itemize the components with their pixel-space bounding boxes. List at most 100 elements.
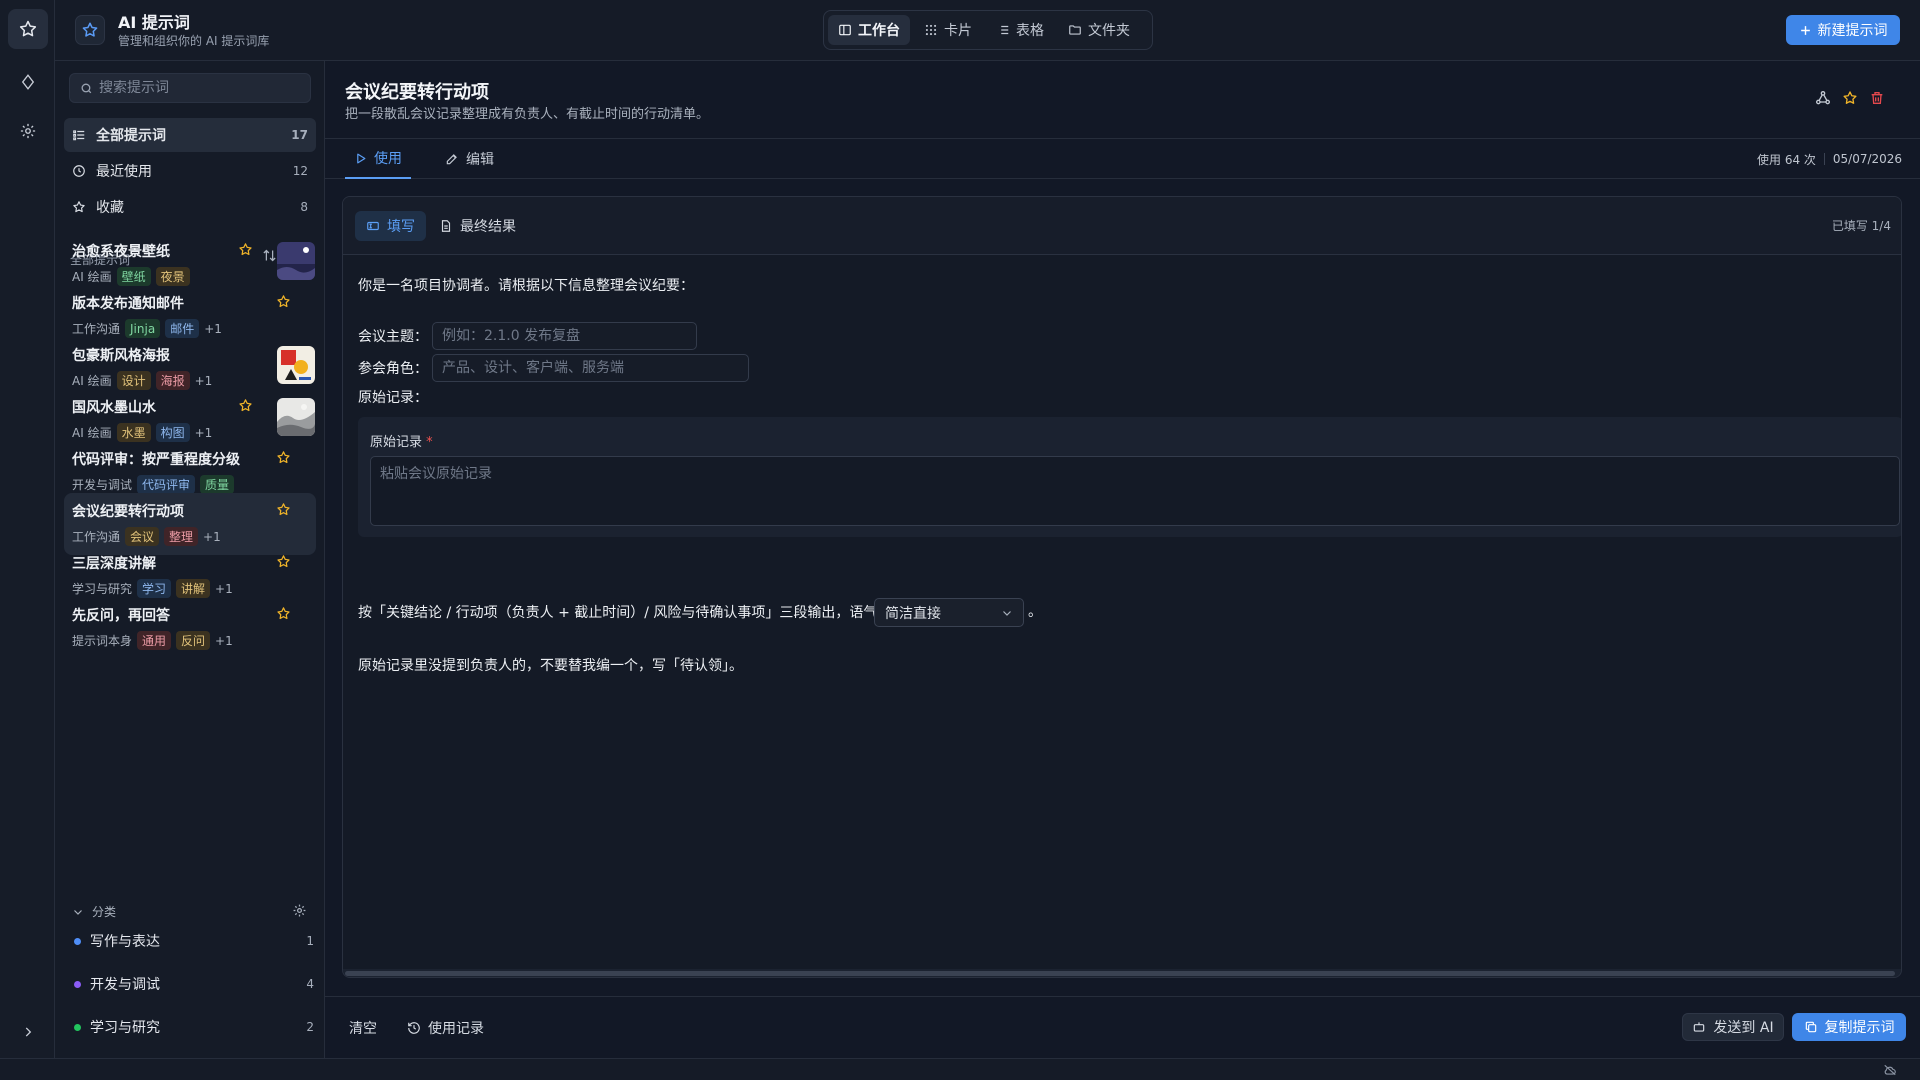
favorite-star-icon[interactable] <box>238 242 253 257</box>
history-button[interactable]: 使用记录 <box>407 1013 484 1043</box>
tab-use[interactable]: 使用 <box>345 139 411 179</box>
send-label: 发送到 AI <box>1713 1020 1774 1036</box>
prompt-card-meta: 学习与研究 学习 讲解 +1 <box>72 579 233 598</box>
category-count: 4 <box>306 977 314 991</box>
view-tab-folder[interactable]: 文件夹 <box>1058 15 1140 45</box>
tag-badge: 邮件 <box>165 319 200 338</box>
divider <box>1823 153 1825 165</box>
search-box <box>69 73 311 103</box>
settings-rail-button[interactable] <box>8 111 48 151</box>
categories-header[interactable]: 分类 <box>72 903 116 920</box>
categories-settings-button[interactable] <box>292 903 307 918</box>
send-to-ai-button[interactable]: 发送到 AI <box>1682 1013 1784 1041</box>
category-count: 1 <box>306 934 314 948</box>
prompt-card-category: AI 绘画 <box>72 374 112 388</box>
search-input[interactable] <box>99 80 299 96</box>
tab-label: 填写 <box>387 219 415 235</box>
more-tags-count: +1 <box>204 321 222 336</box>
tab-final-result[interactable]: 最终结果 <box>428 211 527 241</box>
folder-icon <box>1068 23 1082 37</box>
favorite-star-icon[interactable] <box>276 554 291 569</box>
copy-prompt-button[interactable]: 复制提示词 <box>1792 1013 1906 1041</box>
fill-panel: 填写 最终结果 已填写 1/4 你是一名项目协调者。请根据以下信息整理会议纪要：… <box>342 196 1902 978</box>
category-item[interactable]: 开发与调试 4 <box>74 974 314 994</box>
roles-input[interactable] <box>432 354 749 382</box>
tag-badge: 构图 <box>155 423 190 442</box>
panel-icon <box>838 23 852 37</box>
chevron-right-icon <box>21 1025 35 1039</box>
action-footer: 清空 使用记录 发送到 AI 复制提示词 <box>325 996 1920 1058</box>
prompts-rail-button[interactable] <box>8 9 48 49</box>
models-rail-button[interactable] <box>8 62 48 102</box>
favorite-star-icon[interactable] <box>1842 90 1858 106</box>
view-tab-cards[interactable]: 卡片 <box>914 15 982 45</box>
expand-rail-button[interactable] <box>8 1012 48 1052</box>
new-prompt-button[interactable]: 新建提示词 <box>1786 15 1900 45</box>
prompt-card-title: 包豪斯风格海报 <box>72 348 170 364</box>
tab-label: 使用 <box>374 151 402 167</box>
view-tab-workbench[interactable]: 工作台 <box>828 15 910 45</box>
prompt-card-category: 学习与研究 <box>72 582 133 596</box>
tag-badge: 质量 <box>200 475 235 494</box>
nav-label: 全部提示词 <box>96 128 166 144</box>
play-icon <box>354 152 367 165</box>
prompt-description: 把一段散乱会议记录整理成有负责人、有截止时间的行动清单。 <box>345 107 710 122</box>
clear-label: 清空 <box>349 1021 377 1037</box>
prompt-card-meta: 工作沟通 Jinja 邮件 +1 <box>72 319 222 338</box>
clear-button[interactable]: 清空 <box>349 1013 377 1043</box>
view-tab-table[interactable]: 表格 <box>986 15 1054 45</box>
prompt-thumbnail-image <box>277 242 315 280</box>
view-tab-label: 文件夹 <box>1088 23 1130 39</box>
document-icon <box>439 219 453 233</box>
tag-badge: 会议 <box>125 527 160 546</box>
nav-recent[interactable]: 最近使用 12 <box>64 154 316 188</box>
cloud-off-icon[interactable] <box>1883 1064 1897 1076</box>
category-item[interactable]: 学习与研究 2 <box>74 1017 314 1037</box>
raw-record-textarea[interactable] <box>370 456 1900 526</box>
favorite-star-icon[interactable] <box>276 294 291 309</box>
prompt-card-category: AI 绘画 <box>72 270 112 284</box>
prompt-card-category: 开发与调试 <box>72 478 133 492</box>
trash-icon[interactable] <box>1869 90 1885 106</box>
search-icon <box>80 82 93 95</box>
more-tags-count: +1 <box>215 633 233 648</box>
app-title: AI 提示词 <box>118 13 190 32</box>
tag-badge: 反问 <box>176 631 211 650</box>
prompt-card[interactable]: 先反问，再回答 提示词本身 通用 反问 +1 <box>64 597 316 659</box>
horizontal-scrollbar[interactable] <box>343 969 1901 977</box>
status-bar <box>0 1058 1920 1080</box>
share-icon[interactable] <box>1815 90 1831 106</box>
tag-badge: 海报 <box>155 371 190 390</box>
view-tab-label: 卡片 <box>944 23 972 39</box>
tag-badge: 学习 <box>137 579 172 598</box>
favorite-star-icon[interactable] <box>276 606 291 621</box>
top-bar: AI 提示词 管理和组织你的 AI 提示词库 工作台 卡片 表格 文件夹 新建提… <box>55 0 1920 61</box>
star-icon <box>72 200 86 214</box>
favorite-star-icon[interactable] <box>238 398 253 413</box>
header-actions <box>1815 90 1885 106</box>
prompt-detail-header: 会议纪要转行动项 把一段散乱会议记录整理成有负责人、有截止时间的行动清单。 <box>325 61 1920 139</box>
gear-icon <box>19 122 37 140</box>
topic-input[interactable] <box>432 322 697 350</box>
tab-fill[interactable]: 填写 <box>355 211 426 241</box>
tone-select-value: 简洁直接 <box>885 605 941 622</box>
favorite-star-icon[interactable] <box>276 502 291 517</box>
favorite-star-icon[interactable] <box>276 450 291 465</box>
nav-all-prompts[interactable]: 全部提示词 17 <box>64 118 316 152</box>
copy-label: 复制提示词 <box>1824 1020 1895 1036</box>
gear-icon <box>292 903 307 918</box>
list-icon <box>996 23 1010 37</box>
more-tags-count: +1 <box>194 425 213 440</box>
view-tab-label: 表格 <box>1016 23 1044 39</box>
scrollbar-thumb[interactable] <box>345 971 1895 976</box>
prompt-thumbnail-image <box>277 398 315 436</box>
chevron-down-icon <box>72 906 84 918</box>
tone-select[interactable]: 简洁直接 <box>874 598 1024 627</box>
icon-rail <box>0 0 55 1080</box>
prompt-card-title: 三层深度讲解 <box>72 556 156 572</box>
tab-edit[interactable]: 编辑 <box>445 139 494 179</box>
nav-favorites[interactable]: 收藏 8 <box>64 190 316 224</box>
tag-badge: Jinja <box>125 319 161 338</box>
category-item[interactable]: 写作与表达 1 <box>74 931 314 951</box>
robot-icon <box>1692 1020 1706 1034</box>
